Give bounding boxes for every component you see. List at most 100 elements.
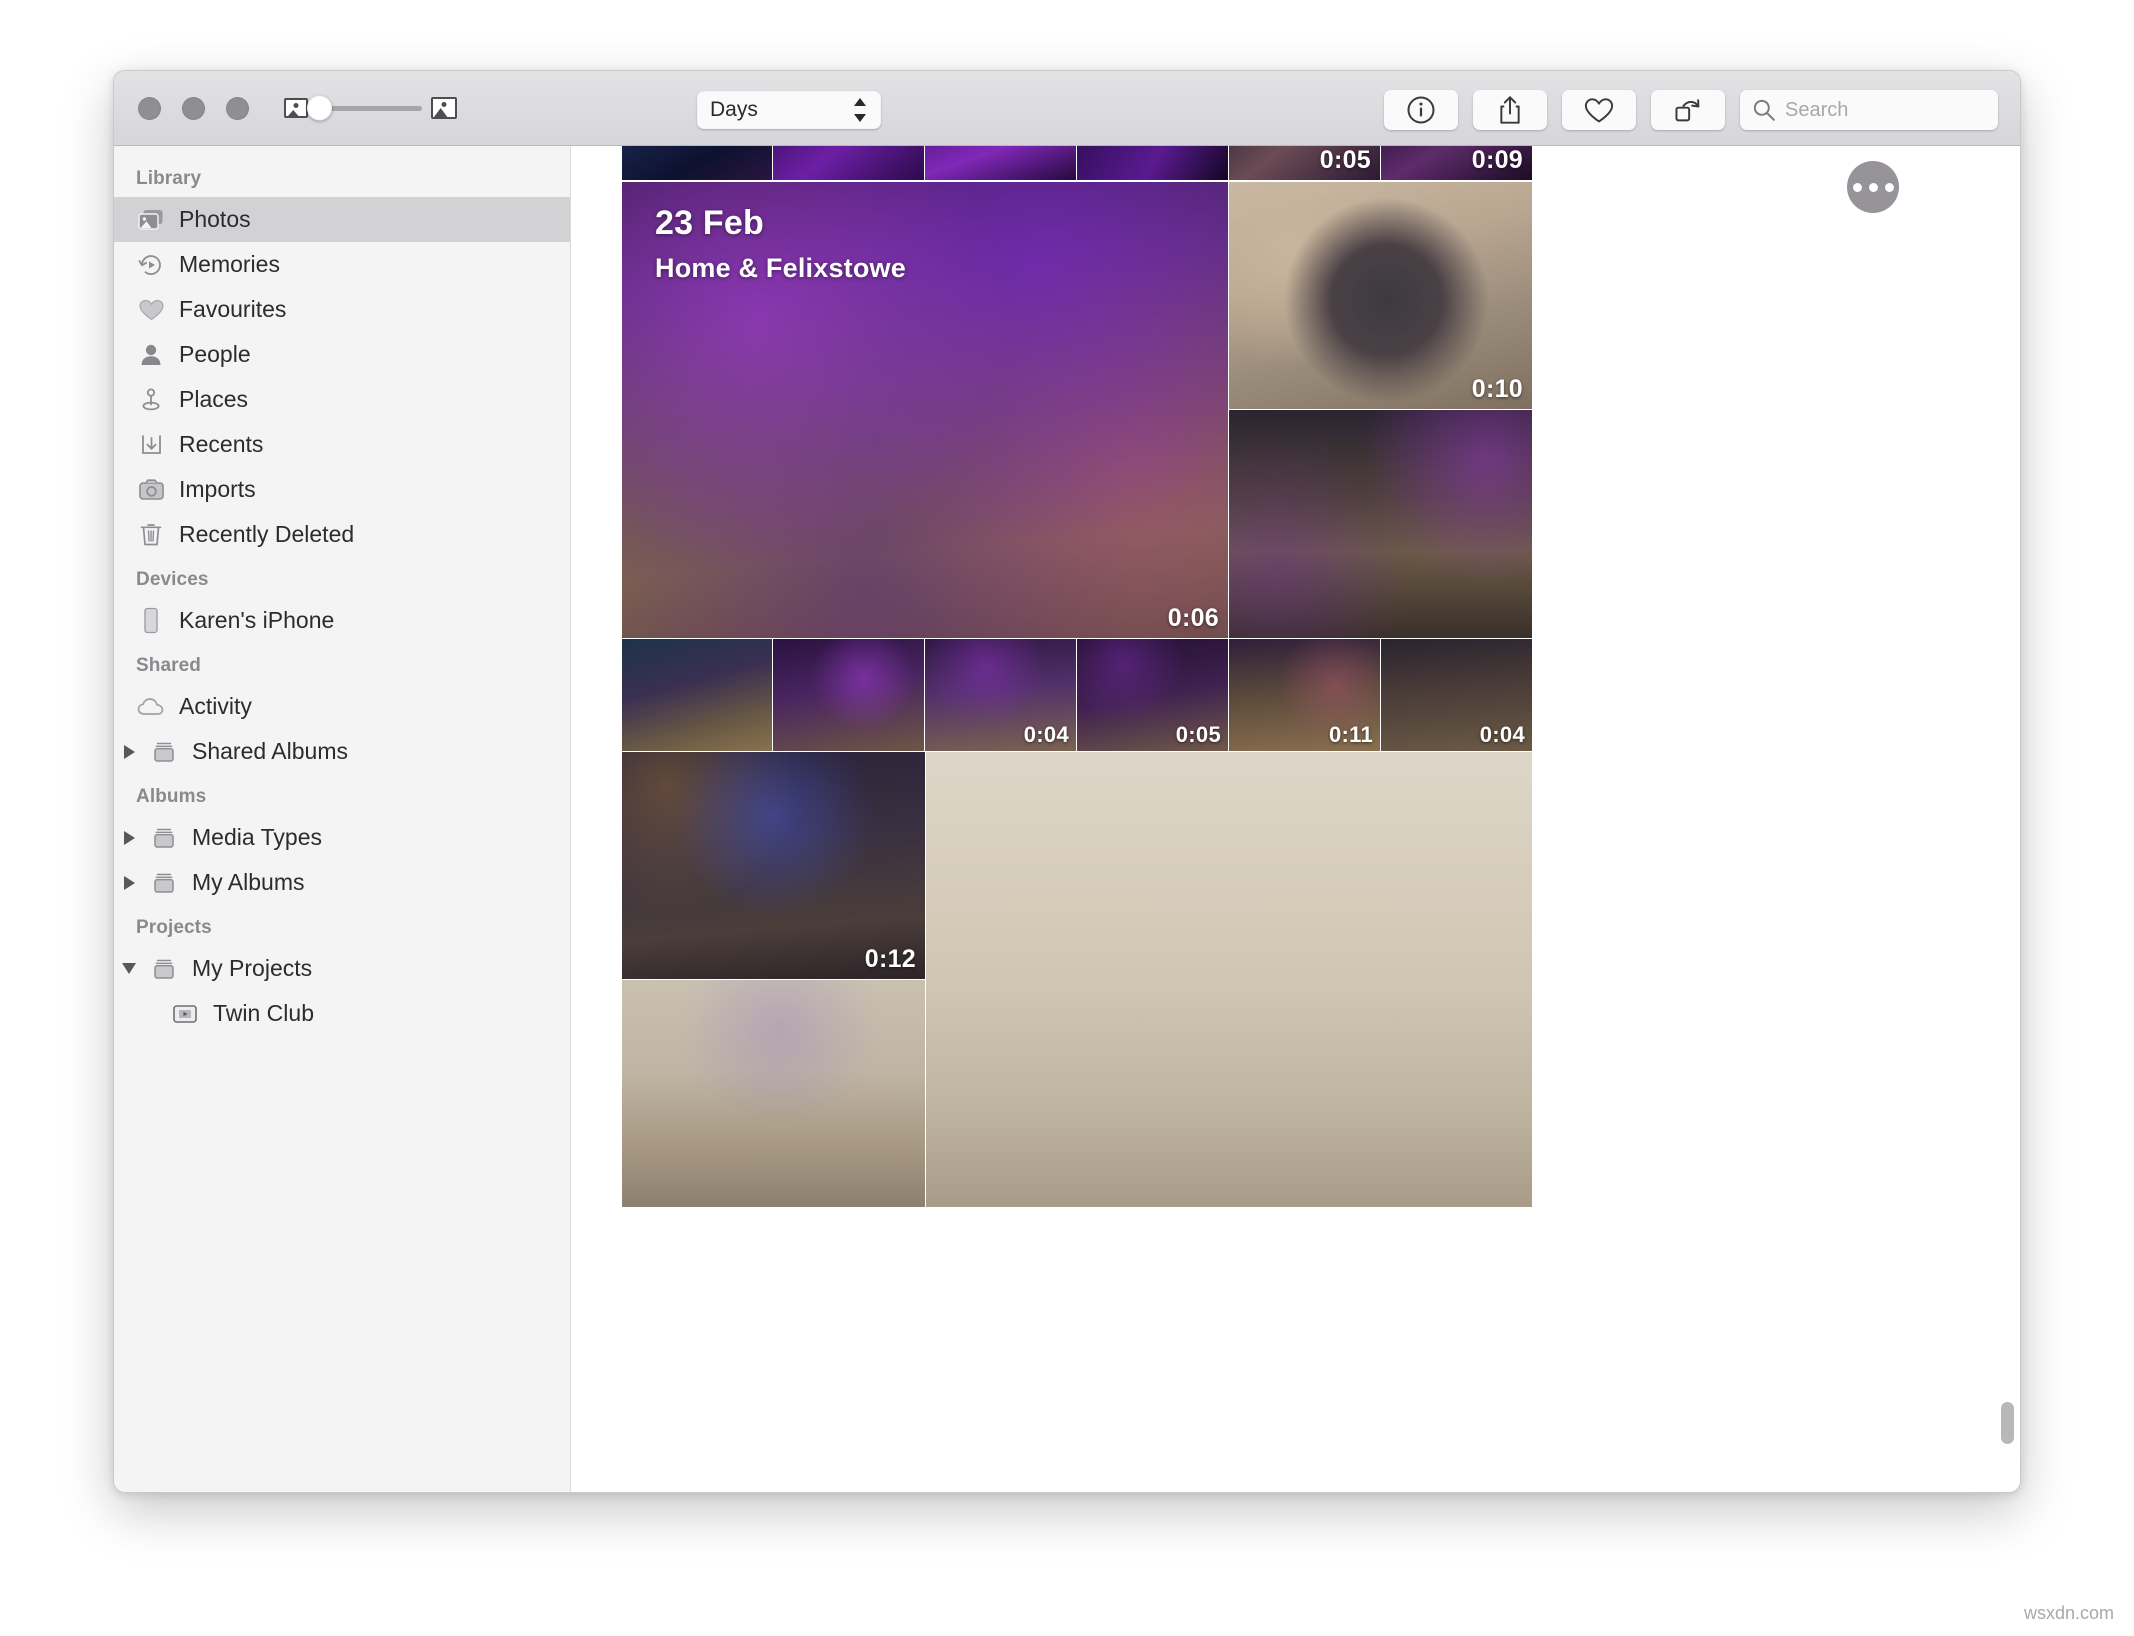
folder-icon xyxy=(149,954,179,984)
duration-badge: 0:05 xyxy=(1319,146,1371,174)
sidebar-section-shared: Shared xyxy=(136,655,202,676)
rotate-button[interactable] xyxy=(1651,90,1725,130)
heart-icon xyxy=(136,295,166,325)
sidebar-item-memories[interactable]: Memories xyxy=(114,242,570,287)
photo-grid-scroll-view[interactable]: 0:05 0:09 23 Feb Home & Felixstowe 0:06 … xyxy=(622,146,1912,1492)
grid-item-hall-dance-1[interactable] xyxy=(622,639,772,751)
rotate-icon xyxy=(1675,99,1700,122)
disclosure-triangle-right-icon[interactable] xyxy=(118,830,140,845)
zoom-slider-knob[interactable] xyxy=(307,95,332,121)
sidebar-item-my-albums[interactable]: My Albums xyxy=(114,860,570,905)
grid-item-hall-room-wide[interactable] xyxy=(926,752,1532,1207)
toolbar-button-group: Search xyxy=(1384,90,1998,130)
sidebar-item-my-projects[interactable]: My Projects xyxy=(114,946,570,991)
photos-icon xyxy=(136,205,166,235)
zoom-slider-track[interactable] xyxy=(307,95,422,121)
sidebar-item-label: Karen's iPhone xyxy=(179,607,335,633)
sidebar-item-people[interactable]: People xyxy=(114,332,570,377)
camera-icon xyxy=(136,475,166,505)
slideshow-icon xyxy=(170,999,200,1029)
sidebar-item-imports[interactable]: Imports xyxy=(114,467,570,512)
sidebar-item-twin-club[interactable]: Twin Club xyxy=(114,991,570,1036)
sidebar-item-photos[interactable]: Photos xyxy=(114,197,570,242)
vertical-scrollbar[interactable] xyxy=(2001,1402,2014,1444)
traffic-light-buttons xyxy=(138,96,249,120)
sidebar-item-recents[interactable]: Recents xyxy=(114,422,570,467)
sidebar-item-label: Media Types xyxy=(192,824,322,850)
sidebar[interactable]: Library Photos Memories Favourites Peopl… xyxy=(114,146,571,1492)
day-header-location: Home & Felixstowe xyxy=(655,253,906,283)
grid-thumbnail[interactable] xyxy=(925,146,1076,180)
search-field[interactable]: Search xyxy=(1740,90,1998,130)
day-header-date: 23 Feb xyxy=(655,204,764,242)
pin-icon xyxy=(136,385,166,415)
duration-badge: 0:11 xyxy=(1328,722,1373,747)
sidebar-section-albums: Albums xyxy=(136,786,207,807)
grid-item-hall-dance-4[interactable]: 0:05 xyxy=(1077,639,1228,751)
sidebar-item-label: Imports xyxy=(179,476,256,502)
disclosure-triangle-right-icon[interactable] xyxy=(118,744,140,759)
window-toolbar: Days Search xyxy=(114,71,2020,146)
sidebar-item-shared-albums[interactable]: Shared Albums xyxy=(114,729,570,774)
grid-item-hall-dance-5[interactable]: 0:11 xyxy=(1229,639,1380,751)
sidebar-item-label: Places xyxy=(179,386,249,412)
sidebar-item-label: My Projects xyxy=(192,955,313,981)
disclosure-triangle-right-icon[interactable] xyxy=(118,875,140,890)
search-placeholder: Search xyxy=(1785,98,1849,121)
sidebar-section-library: Library xyxy=(136,168,202,189)
grid-item-boys-dancing[interactable]: 0:12 xyxy=(622,752,925,979)
grid-item-hero-dance-floor[interactable]: 23 Feb Home & Felixstowe 0:06 xyxy=(622,182,1228,638)
view-mode-popup-button[interactable]: Days xyxy=(697,91,881,129)
sidebar-item-label: Recents xyxy=(179,431,264,457)
grid-thumbnail[interactable] xyxy=(1077,146,1228,180)
share-button[interactable] xyxy=(1473,90,1547,130)
trash-icon xyxy=(136,520,166,550)
info-button[interactable] xyxy=(1384,90,1458,130)
sidebar-item-media-types[interactable]: Media Types xyxy=(114,815,570,860)
disclosure-triangle-down-icon[interactable] xyxy=(118,963,140,974)
duration-badge: 0:04 xyxy=(1479,722,1525,747)
sidebar-item-places[interactable]: Places xyxy=(114,377,570,422)
large-photo-icon xyxy=(431,97,457,119)
sidebar-item-recently-deleted[interactable]: Recently Deleted xyxy=(114,512,570,557)
sidebar-item-label: Recently Deleted xyxy=(179,521,355,547)
sidebar-item-label: People xyxy=(179,341,251,367)
grid-thumbnail[interactable] xyxy=(773,146,924,180)
maximize-button[interactable] xyxy=(226,96,249,120)
grid-item-hall-dance-2[interactable] xyxy=(773,639,924,751)
thumbnail-zoom-slider[interactable] xyxy=(284,95,457,121)
grid-thumbnail[interactable]: 0:05 xyxy=(1229,146,1380,180)
sidebar-item-label: My Albums xyxy=(192,869,305,895)
folder-icon xyxy=(149,737,179,767)
photo-grid-area[interactable]: 0:05 0:09 23 Feb Home & Felixstowe 0:06 … xyxy=(572,146,2020,1492)
favourite-button[interactable] xyxy=(1562,90,1636,130)
sidebar-section-projects: Projects xyxy=(136,917,212,938)
folder-icon xyxy=(149,868,179,898)
dot-icon xyxy=(1868,182,1878,192)
minimize-button[interactable] xyxy=(182,96,205,120)
search-icon xyxy=(1753,99,1775,121)
watermark: wsxdn.com xyxy=(2023,1603,2114,1623)
grid-item-hall-dance-6[interactable]: 0:04 xyxy=(1381,639,1532,751)
duration-badge: 0:10 xyxy=(1471,375,1523,403)
grid-item-hall-bottom-left[interactable] xyxy=(622,980,925,1207)
sidebar-section-devices: Devices xyxy=(136,569,209,590)
person-icon xyxy=(136,340,166,370)
sidebar-item-label: Shared Albums xyxy=(192,738,348,764)
grid-item-child-face-close-up[interactable]: 0:10 xyxy=(1229,182,1532,409)
grid-item-children-sitting-circle[interactable] xyxy=(1229,410,1532,638)
close-button[interactable] xyxy=(138,96,161,120)
grid-thumbnail[interactable]: 0:09 xyxy=(1381,146,1532,180)
cloud-icon xyxy=(136,692,166,722)
memories-icon xyxy=(136,250,166,280)
duration-badge: 0:04 xyxy=(1023,722,1069,747)
grid-item-hall-dance-3[interactable]: 0:04 xyxy=(925,639,1076,751)
more-options-button[interactable] xyxy=(1847,161,1899,213)
sidebar-item-activity[interactable]: Activity xyxy=(114,684,570,729)
folder-icon xyxy=(149,823,179,853)
grid-thumbnail[interactable] xyxy=(622,146,772,180)
duration-badge: 0:09 xyxy=(1471,146,1523,174)
sidebar-item-favourites[interactable]: Favourites xyxy=(114,287,570,332)
sidebar-item-karens-iphone[interactable]: Karen's iPhone xyxy=(114,598,570,643)
sidebar-item-label: Twin Club xyxy=(213,1000,314,1026)
